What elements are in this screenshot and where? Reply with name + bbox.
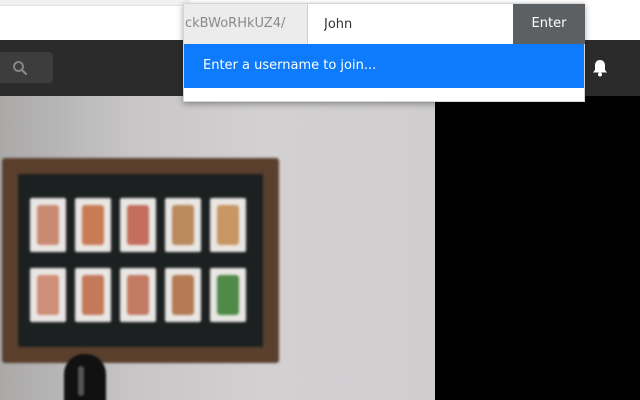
- side-panel: [435, 96, 640, 400]
- tab-edge: [0, 0, 190, 6]
- search-icon: [13, 61, 27, 75]
- join-popup: ckBWoRHkUZ4/ Enter Enter a username to j…: [183, 3, 585, 102]
- room-prefix: ckBWoRHkUZ4/: [184, 4, 308, 44]
- search-button[interactable]: [0, 52, 53, 83]
- username-input[interactable]: [308, 4, 513, 44]
- picture-frame: [2, 158, 279, 363]
- video-feed: [0, 96, 435, 400]
- app-window: ckBWoRHkUZ4/ Enter Enter a username to j…: [0, 0, 640, 400]
- card-display: [18, 174, 263, 347]
- bell-icon[interactable]: [590, 58, 610, 78]
- join-hint: Enter a username to join...: [184, 44, 584, 88]
- enter-button[interactable]: Enter: [513, 4, 585, 44]
- foreground-object: [64, 354, 106, 400]
